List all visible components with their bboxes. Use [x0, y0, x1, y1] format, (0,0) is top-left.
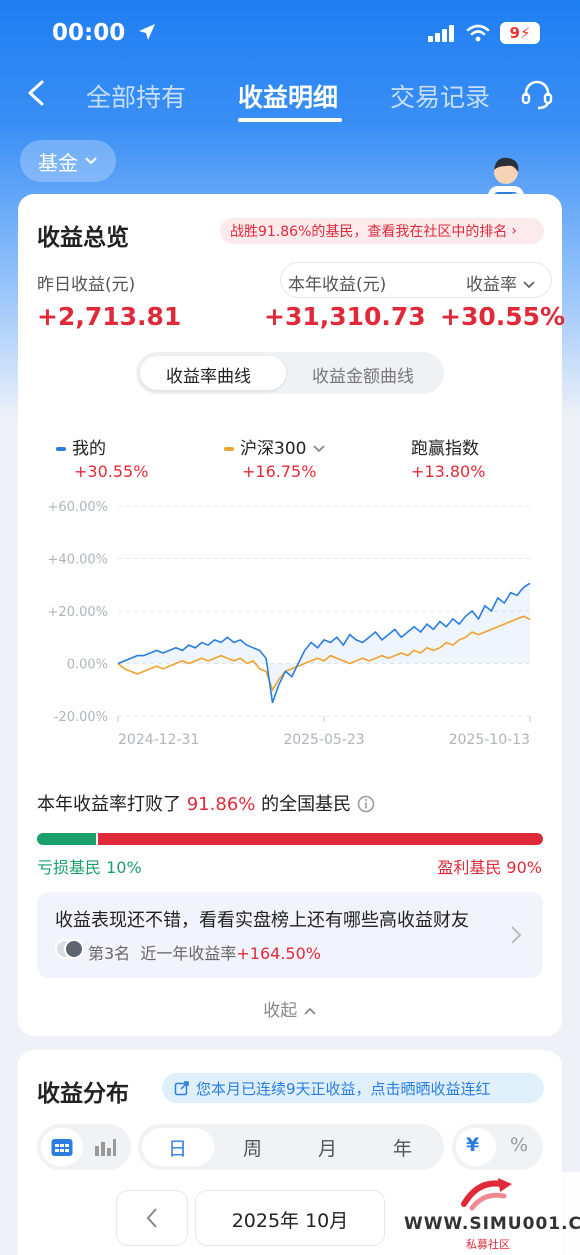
battery-icon: 9 ⚡ [500, 22, 540, 44]
year-profit-value: +31,310.73 [264, 302, 426, 331]
info-icon[interactable] [357, 795, 375, 813]
period-year[interactable]: 年 [393, 1134, 412, 1161]
leaderboard-promo[interactable] [37, 892, 543, 978]
legend-mine-swatch [56, 447, 66, 451]
rank-banner[interactable]: 战胜91.86%的基民，查看我在社区中的排名 › [220, 218, 544, 244]
tab-amount-curve[interactable]: 收益金额曲线 [312, 362, 414, 387]
status-time: 00:00 [52, 20, 157, 46]
calendar-view-icon[interactable] [50, 1136, 74, 1158]
promo-rank: 第3名 [88, 944, 131, 963]
bar-chart-view-icon[interactable] [93, 1136, 117, 1158]
profit-label: 盈利基民 90% [437, 858, 542, 877]
y-tick-label: -20.00% [54, 710, 108, 725]
collapse-button[interactable]: 收起 [0, 996, 580, 1021]
fund-filter-dropdown[interactable]: 基金 [20, 140, 116, 182]
overview-title: 收益总览 [37, 225, 129, 251]
chevron-down-icon [523, 281, 536, 289]
chevron-right-icon [511, 926, 522, 944]
rate-value: +30.55% [440, 302, 566, 331]
rate-dropdown[interactable]: 收益率 [466, 270, 536, 295]
rank-banner-text: 战胜91.86%的基民，查看我在社区中的排名 [230, 224, 508, 240]
x-tick-label: 2025-05-23 [283, 732, 364, 748]
unit-yuan[interactable]: ¥ [466, 1134, 479, 1156]
loss-label: 亏损基民 10% [37, 858, 142, 877]
yesterday-value: +2,713.81 [37, 302, 182, 331]
avatar-stack-icon [55, 939, 83, 959]
chevron-down-icon [85, 157, 97, 165]
legend-outperform: 跑赢指数 [411, 439, 479, 459]
status-indicators: 9 ⚡ [428, 22, 540, 44]
watermark-sub: 私募社区 [466, 1238, 510, 1251]
mine-area-fill [118, 583, 530, 703]
chevron-up-icon [304, 1007, 316, 1015]
x-tick-label: 2025-10-13 [449, 732, 530, 748]
distribution-title: 收益分布 [37, 1081, 129, 1107]
chevron-left-icon [146, 1208, 157, 1228]
back-arrow-icon[interactable] [22, 78, 52, 108]
legend-index-value: +16.75% [242, 462, 317, 481]
promo-sub-value: +164.50% [236, 944, 321, 963]
beat-summary: 本年收益率打败了 91.86% 的全国基民 [37, 790, 375, 816]
period-week[interactable]: 周 [243, 1134, 262, 1161]
year-profit-label: 本年收益(元) [288, 275, 387, 295]
profit-share-bar [98, 833, 543, 845]
legend-outperform-value: +13.80% [411, 462, 486, 481]
y-tick-label: +60.00% [48, 500, 108, 515]
share-icon [174, 1081, 189, 1096]
watermark: WWW.SIMU001.CN 私募社区 [396, 1172, 580, 1255]
watermark-logo [461, 1178, 512, 1211]
tab-trade-records[interactable]: 交易记录 [390, 78, 490, 114]
tab-rate-curve[interactable]: 收益率曲线 [166, 362, 251, 387]
return-chart: +60.00% +40.00% +20.00% 0.00% -20.00% 2024-12… [48, 500, 531, 748]
streak-banner-text: 您本月已连续9天正收益，点击晒晒收益连红 [196, 1079, 491, 1098]
y-tick-label: 0.00% [67, 658, 108, 673]
period-month[interactable]: 月 [318, 1134, 337, 1161]
streak-banner[interactable]: 您本月已连续9天正收益，点击晒晒收益连红 [162, 1073, 544, 1103]
watermark-site: WWW.SIMU001.CN [404, 1214, 580, 1234]
legend-mine: 我的 [56, 434, 106, 459]
customer-service-icon[interactable] [520, 78, 554, 112]
yesterday-label: 昨日收益(元) [37, 275, 136, 295]
y-tick-label: +40.00% [48, 553, 108, 568]
unit-percent[interactable]: % [510, 1134, 528, 1156]
signal-icon [428, 25, 454, 42]
location-arrow-icon [139, 24, 156, 40]
rate-label: 收益率 [466, 275, 517, 295]
x-tick-label: 2024-12-31 [118, 732, 199, 748]
legend-index-dropdown[interactable]: 沪深300 [224, 434, 326, 459]
month-label: 2025年 10月 [231, 1210, 349, 1232]
active-tab-indicator [238, 118, 342, 122]
wifi-icon [466, 24, 490, 42]
tab-profit-detail[interactable]: 收益明细 [238, 78, 338, 114]
promo-sub: 第3名 近一年收益率+164.50% [88, 940, 321, 964]
promo-sub-label: 近一年收益率 [140, 944, 237, 963]
loss-share-bar [37, 833, 96, 845]
fund-filter-label: 基金 [38, 150, 78, 175]
chevron-right-icon: › [511, 223, 517, 239]
y-tick-label: +20.00% [48, 605, 108, 620]
promo-title: 收益表现还不错，看看实盘榜上还有哪些高收益财友 [55, 910, 469, 931]
legend-mine-value: +30.55% [74, 462, 149, 481]
legend-index-swatch [224, 447, 234, 451]
tab-all-holdings[interactable]: 全部持有 [86, 78, 186, 114]
chevron-down-icon [313, 445, 325, 453]
period-day[interactable]: 日 [168, 1134, 187, 1161]
